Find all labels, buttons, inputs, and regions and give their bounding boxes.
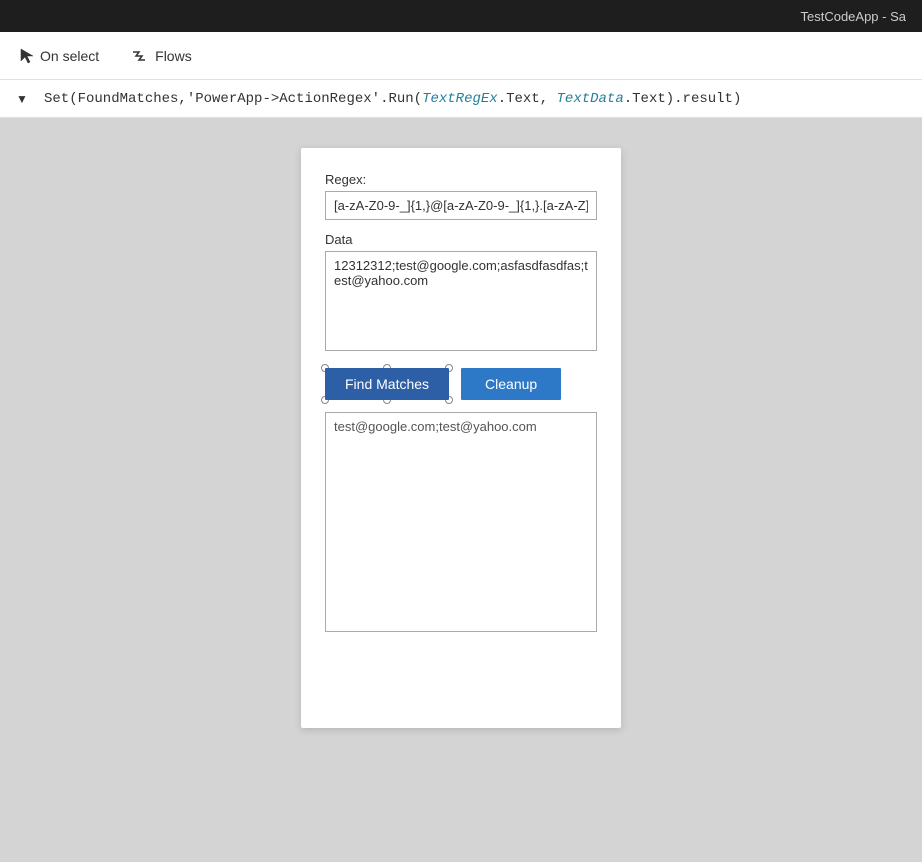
data-input[interactable]: 12312312;test@google.com;asfasdfasdfas;t…	[325, 251, 597, 351]
formula-bar: ▼ Set(FoundMatches,'PowerApp->ActionRege…	[0, 80, 922, 118]
formula-content: Set(FoundMatches,'PowerApp->ActionRegex'…	[44, 91, 914, 107]
formula-rest: .Text).result)	[624, 91, 742, 107]
formula-var2: TextData	[557, 91, 624, 107]
formula-dot: .Run(	[380, 91, 422, 107]
regex-field-group: Regex:	[325, 172, 597, 220]
data-label: Data	[325, 232, 597, 247]
flows-label: Flows	[155, 48, 192, 64]
find-matches-button[interactable]: Find Matches	[325, 368, 449, 400]
formula-var1: TextRegEx	[422, 91, 498, 107]
cursor-icon	[20, 48, 34, 64]
formula-dropdown[interactable]: ▼	[8, 85, 36, 113]
regex-label: Regex:	[325, 172, 597, 187]
onselect-label: On select	[40, 48, 99, 64]
toolbar-item-onselect[interactable]: On select	[12, 42, 107, 70]
output-text: test@google.com;test@yahoo.com	[334, 419, 537, 434]
toolbar-item-flows[interactable]: Flows	[123, 42, 200, 70]
formula-dot2: .Text,	[498, 91, 557, 107]
title-text: TestCodeApp - Sa	[800, 9, 906, 24]
flows-icon	[131, 48, 149, 64]
output-area: test@google.com;test@yahoo.com	[325, 412, 597, 632]
formula-keyword: Set(FoundMatches,	[44, 91, 187, 107]
button-row: Find Matches Cleanup	[325, 368, 597, 400]
title-bar: TestCodeApp - Sa	[0, 0, 922, 32]
toolbar: On select Flows	[0, 32, 922, 80]
formula-string: 'PowerApp->ActionRegex'	[187, 91, 380, 107]
app-card: Regex: Data 12312312;test@google.com;asf…	[301, 148, 621, 728]
regex-input[interactable]	[325, 191, 597, 220]
find-matches-wrapper: Find Matches	[325, 368, 449, 400]
data-field-group: Data 12312312;test@google.com;asfasdfasd…	[325, 232, 597, 356]
formula-dropdown-icon: ▼	[16, 92, 28, 106]
canvas: Regex: Data 12312312;test@google.com;asf…	[0, 118, 922, 862]
cleanup-button[interactable]: Cleanup	[461, 368, 561, 400]
